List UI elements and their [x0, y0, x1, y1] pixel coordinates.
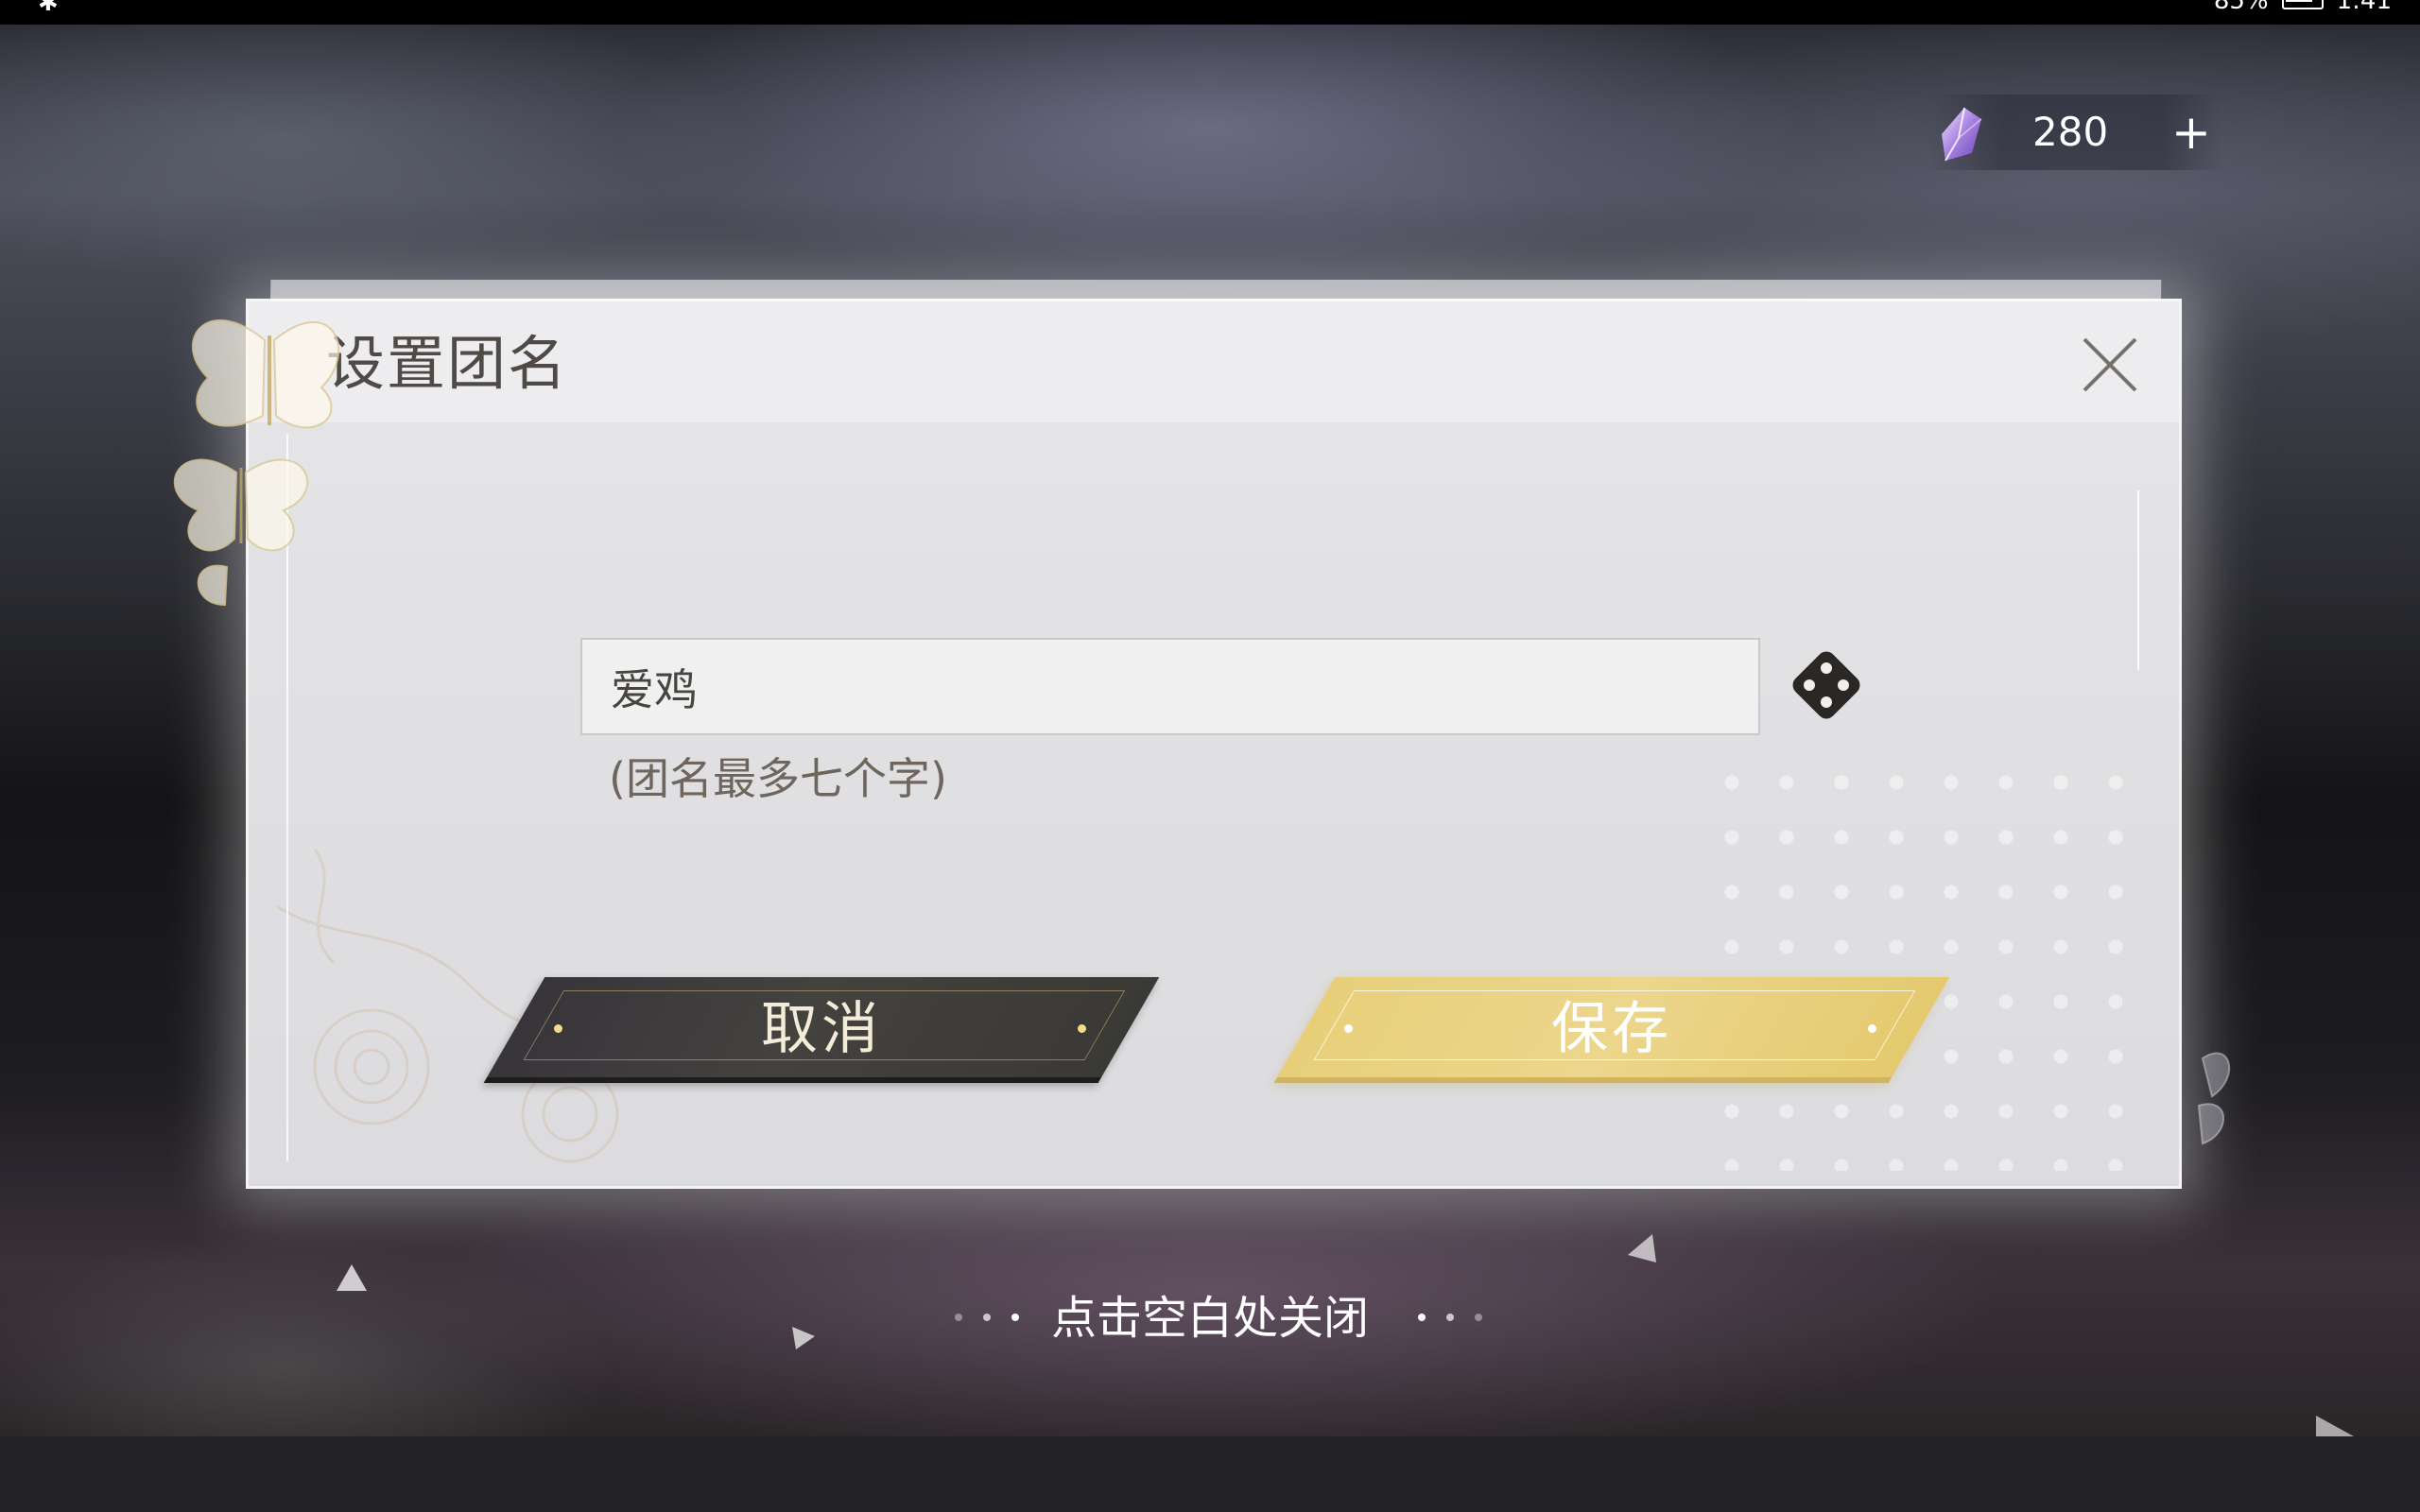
save-button[interactable]: 保存: [1273, 977, 1950, 1083]
status-bar: ✱ 85% 1:41: [0, 0, 2420, 25]
name-length-hint: (团名最多七个字): [609, 753, 947, 804]
triangle-decor: [2316, 1416, 2354, 1436]
dice-icon[interactable]: [1787, 645, 1866, 725]
bottom-bar: [0, 1436, 2420, 1512]
team-name-input[interactable]: [580, 638, 1760, 735]
triangle-decor: [1628, 1234, 1656, 1263]
crystal-gem-icon: [1942, 107, 1982, 162]
cancel-button[interactable]: 取消: [483, 977, 1160, 1083]
diamond-pattern-decor: [1704, 755, 2139, 1171]
save-button-label: 保存: [1551, 996, 1672, 1062]
status-right: 85% 1:41: [2214, 0, 2392, 13]
close-icon[interactable]: [2079, 334, 2141, 396]
hint-dots-right: [1418, 1314, 1482, 1321]
butterfly-decor: [173, 319, 340, 607]
battery-icon: [2281, 0, 2324, 9]
cancel-button-label: 取消: [761, 996, 882, 1062]
divider-line: [2137, 490, 2139, 670]
clock: 1:41: [2336, 0, 2392, 15]
bluetooth-icon: ✱: [38, 0, 59, 17]
tap-blank-to-close-hint[interactable]: 点击空白处关闭: [0, 1287, 2420, 1349]
battery-percent: 85%: [2213, 0, 2269, 15]
currency-amount: 280: [2032, 109, 2109, 155]
butterfly-decor: [2197, 1052, 2230, 1145]
add-currency-button[interactable]: +: [2165, 106, 2218, 159]
